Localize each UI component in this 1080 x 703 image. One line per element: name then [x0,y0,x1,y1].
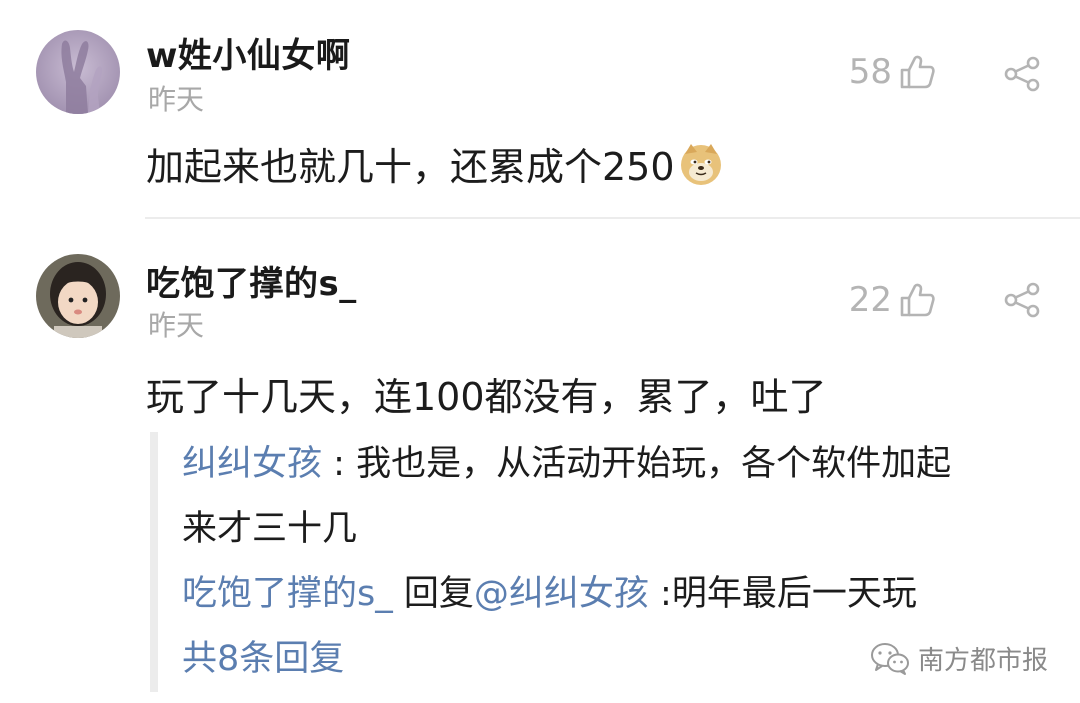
thumbs-up-icon [900,55,935,89]
avatar[interactable] [36,30,120,114]
avatar[interactable] [36,254,120,338]
reply-text: 明年最后一天玩 [671,574,917,614]
thumbs-up-icon [900,283,935,317]
reply-target-link[interactable]: @纠纠女孩 [474,574,649,614]
reply-text: 我也是，从活动开始玩，各个软件加起 [356,444,952,484]
like-button[interactable]: 22 [849,280,936,320]
wechat-icon [870,642,909,675]
username[interactable]: 吃饱了撑的s_ [146,256,357,305]
timestamp: 昨天 [148,309,205,342]
reply-author-link[interactable]: 纠纠女孩 [182,444,322,484]
reply-author-link[interactable]: 吃饱了撑的s_ [182,574,393,614]
reply-item: 吃饱了撑的s_ 回复@纠纠女孩 :明年最后一天玩 [182,562,1070,627]
comment-card: w姓小仙女啊 昨天 58 加起来也就几十，还累成个250 [0,0,1080,218]
share-icon[interactable] [1002,280,1042,320]
doge-emoji-icon [680,143,721,185]
reply-separator: : [322,444,357,484]
comment-body: 加起来也就几十，还累成个250 [146,145,675,189]
watermark: 南方都市报 [870,640,1048,677]
like-count: 58 [848,52,892,92]
reply-separator: : [648,574,672,614]
like-count: 22 [848,280,892,320]
timestamp: 昨天 [148,83,205,116]
child-photo-icon [36,254,120,338]
username[interactable]: w姓小仙女啊 [146,28,350,77]
share-icon[interactable] [1002,54,1042,94]
rabbit-silhouette-icon [36,30,120,114]
comment-text: 加起来也就几十，还累成个250 [146,136,725,191]
comment-card: 吃饱了撑的s_ 昨天 22 玩了十几天，连100都没有，累了，吐了 纠纠女孩 :… [0,218,1080,703]
reply-text-continuation: 来才三十几 [182,509,358,549]
reply-item: 纠纠女孩 : 我也是，从活动开始玩，各个软件加起 [182,432,1070,497]
comment-text: 玩了十几天，连100都没有，累了，吐了 [146,366,827,421]
reply-word: 回复 [392,574,474,614]
watermark-text: 南方都市报 [917,646,1048,676]
like-button[interactable]: 58 [849,52,936,92]
comment-body: 玩了十几天，连100都没有，累了，吐了 [146,375,827,419]
